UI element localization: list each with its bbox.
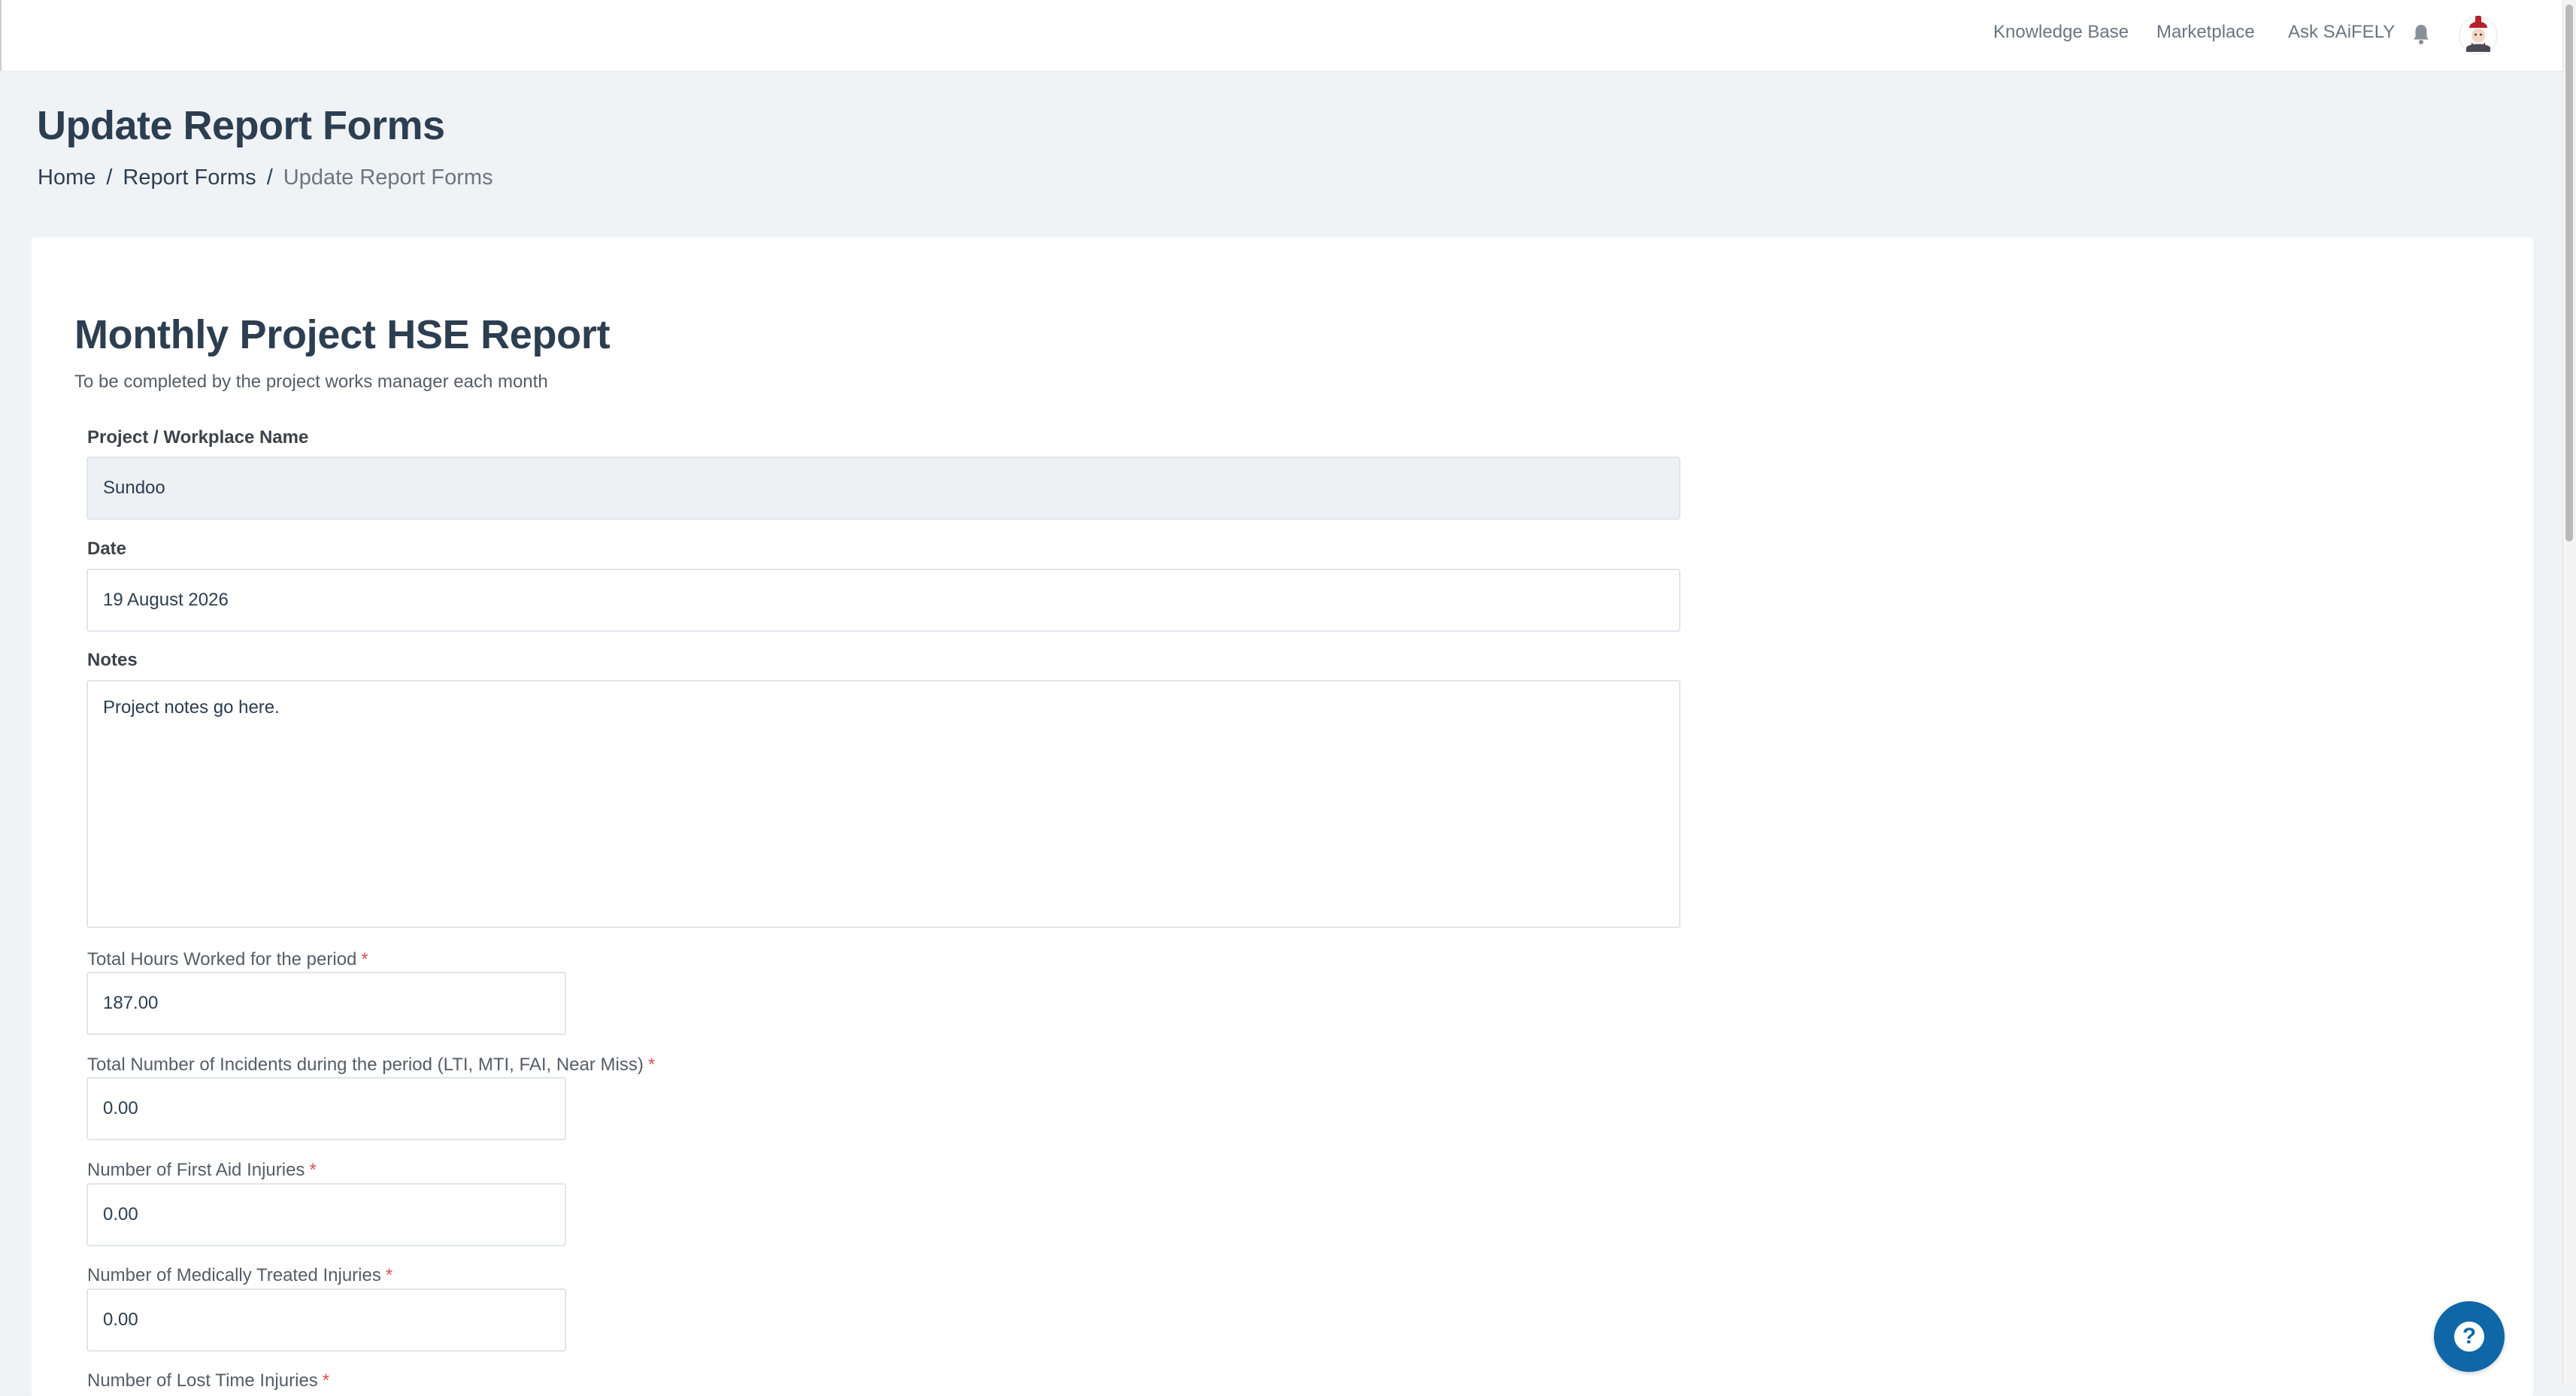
form-subtitle: To be completed by the project works man… xyxy=(74,372,548,392)
required-marker: * xyxy=(322,1370,330,1391)
notes-label: Notes xyxy=(87,650,138,670)
breadcrumb-separator: / xyxy=(266,165,273,190)
date-label: Date xyxy=(87,539,127,559)
total-incidents-field[interactable] xyxy=(86,1077,566,1140)
medically-treated-label-text: Number of Medically Treated Injuries xyxy=(87,1265,381,1285)
breadcrumb-current: Update Report Forms xyxy=(283,165,493,190)
project-name-field[interactable] xyxy=(86,457,1680,520)
project-name-label: Project / Workplace Name xyxy=(87,427,309,448)
required-marker: * xyxy=(361,949,368,970)
user-avatar[interactable] xyxy=(2457,13,2499,56)
form-title: Monthly Project HSE Report xyxy=(74,312,611,357)
nav-ask-saifely-link[interactable]: Ask SAiFELY xyxy=(2288,22,2395,43)
first-aid-label: Number of First Aid Injuries * xyxy=(87,1160,317,1181)
required-marker: * xyxy=(647,1055,656,1075)
page-title: Update Report Forms xyxy=(37,103,445,148)
required-marker: * xyxy=(385,1265,393,1285)
help-button[interactable]: ? xyxy=(2434,1301,2505,1372)
nav-marketplace-link[interactable]: Marketplace xyxy=(2156,22,2255,43)
medically-treated-label: Number of Medically Treated Injuries * xyxy=(87,1265,392,1286)
total-hours-label: Total Hours Worked for the period * xyxy=(87,949,368,970)
breadcrumb-separator: / xyxy=(106,165,113,190)
nav-knowledge-base-link[interactable]: Knowledge Base xyxy=(1993,22,2129,43)
total-incidents-label-text: Total Number of Incidents during the per… xyxy=(87,1055,644,1075)
breadcrumb: Home / Report Forms / Update Report Forms xyxy=(38,165,493,190)
medically-treated-field[interactable] xyxy=(86,1288,566,1352)
total-incidents-label: Total Number of Incidents during the per… xyxy=(87,1055,655,1076)
top-navbar: Knowledge Base Marketplace Ask SAiFELY xyxy=(0,0,2562,71)
first-aid-field[interactable] xyxy=(86,1183,566,1246)
required-marker: * xyxy=(309,1160,317,1180)
bell-icon[interactable] xyxy=(2411,23,2431,45)
first-aid-label-text: Number of First Aid Injuries xyxy=(87,1160,305,1180)
notes-textarea[interactable]: Project notes go here. xyxy=(86,680,1680,928)
scrollbar-thumb[interactable] xyxy=(2565,5,2573,542)
question-icon: ? xyxy=(2454,1322,2484,1352)
lost-time-label-text: Number of Lost Time Injuries xyxy=(87,1370,318,1391)
breadcrumb-report-forms[interactable]: Report Forms xyxy=(123,165,256,190)
date-field[interactable] xyxy=(86,569,1680,632)
lost-time-label: Number of Lost Time Injuries * xyxy=(87,1370,329,1391)
total-hours-field[interactable] xyxy=(86,972,566,1035)
total-hours-label-text: Total Hours Worked for the period xyxy=(87,949,357,970)
breadcrumb-home[interactable]: Home xyxy=(38,165,95,190)
